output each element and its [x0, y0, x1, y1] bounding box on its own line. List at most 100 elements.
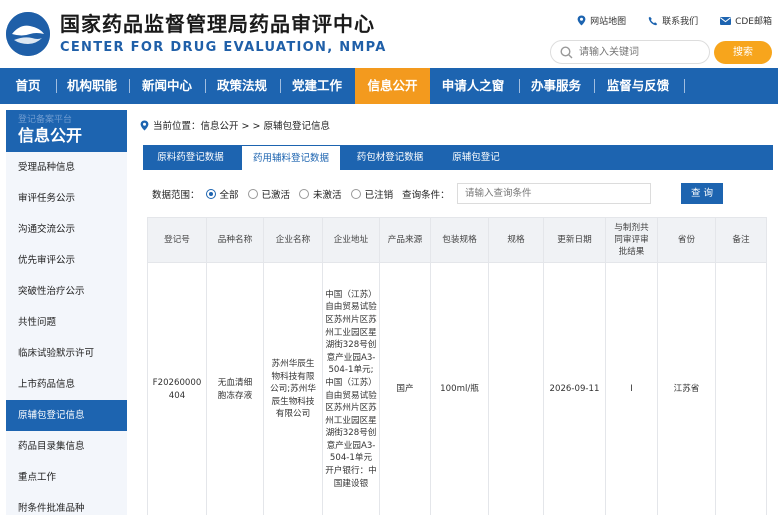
site-search-input[interactable] [579, 44, 699, 61]
cell-address: 中国（江苏）自由贸易试验区苏州片区苏州工业园区星湖街328号创意产业园A3-50… [322, 262, 380, 515]
mail-link[interactable]: CDE邮箱 [720, 14, 772, 27]
site-search-button[interactable]: 搜索 [714, 41, 772, 64]
radio-activated[interactable]: 已激活 [247, 187, 291, 201]
cell-package: 100ml/瓶 [430, 262, 489, 515]
radio-inactive[interactable]: 未激活 [299, 187, 342, 201]
nav-applicant[interactable]: 申请人之窗 [437, 68, 509, 104]
col-remark: 备注 [715, 217, 767, 263]
col-address: 企业地址 [322, 217, 380, 263]
sidebar-item-catalog[interactable]: 药品目录集信息 [6, 431, 127, 462]
cell-spec [488, 262, 544, 515]
scope-label: 数据范围： [152, 190, 200, 201]
col-review-result: 与制剂共同审评审批结果 [605, 217, 658, 263]
radio-cancelled[interactable]: 已注销 [350, 187, 394, 201]
sidebar-item-conditional[interactable]: 附条件批准品种 [6, 493, 127, 515]
location-pin-icon [140, 120, 149, 130]
sidebar-item-common-issues[interactable]: 共性问题 [6, 307, 127, 338]
table-row[interactable]: F20260000404 无血清细胞冻存液 苏州华辰生物科技有限公司;苏州华辰生… [147, 262, 767, 515]
contact-link[interactable]: 联系我们 [648, 14, 698, 27]
site-title-en: CENTER FOR DRUG EVALUATION, NMPA [60, 40, 387, 55]
nav-divider [129, 79, 130, 93]
page: 国家药品监督管理局药品审评中心 CENTER FOR DRUG EVALUATI… [0, 0, 778, 515]
mail-icon [720, 16, 732, 25]
site-header: 国家药品监督管理局药品审评中心 CENTER FOR DRUG EVALUATI… [0, 0, 778, 68]
tab-api[interactable]: 原料药登记数据 [143, 145, 238, 170]
nav-divider [56, 79, 57, 93]
sidebar-item-accepted[interactable]: 受理品种信息 [6, 152, 127, 183]
col-name: 品种名称 [206, 217, 264, 263]
cell-source: 国产 [379, 262, 431, 515]
col-reg-no: 登记号 [147, 217, 207, 263]
site-logo[interactable] [6, 12, 50, 56]
radio-dot [247, 189, 258, 199]
cell-name: 无血清细胞冻存液 [206, 262, 264, 515]
mail-label: CDE邮箱 [735, 17, 772, 27]
query-button[interactable]: 查 询 [681, 183, 723, 204]
sidebar-item-key-work[interactable]: 重点工作 [6, 462, 127, 493]
col-update-date: 更新日期 [543, 217, 606, 263]
nav-party[interactable]: 党建工作 [288, 68, 346, 104]
search-icon [560, 46, 573, 59]
col-package: 包装规格 [430, 217, 489, 263]
sidebar-item-clinical-trial[interactable]: 临床试验默示许可 [6, 338, 127, 369]
tab-packaging[interactable]: 药包材登记数据 [343, 145, 437, 170]
site-title-cn: 国家药品监督管理局药品审评中心 [60, 12, 375, 36]
sidebar-item-communication[interactable]: 沟通交流公示 [6, 214, 127, 245]
sidebar-item-review-tasks[interactable]: 审评任务公示 [6, 183, 127, 214]
nav-services[interactable]: 办事服务 [527, 68, 585, 104]
col-source: 产品来源 [379, 217, 431, 263]
cell-update-date: 2026-09-11 [543, 262, 606, 515]
sidebar-item-marketed-drugs[interactable]: 上市药品信息 [6, 369, 127, 400]
tab-excipient[interactable]: 药用辅料登记数据 [241, 145, 341, 170]
radio-all-label: 全部 [219, 190, 239, 201]
table-header-row: 登记号 品种名称 企业名称 企业地址 产品来源 包装规格 规格 更新日期 与制剂… [147, 217, 767, 263]
nav-divider [205, 79, 206, 93]
contact-label: 联系我们 [662, 17, 699, 27]
nav-news[interactable]: 新闻中心 [138, 68, 196, 104]
filter-bar: 数据范围： 全部 已激活 未激活 已注销 查询条件： [152, 183, 450, 205]
nav-divider [594, 79, 595, 93]
nav-divider [519, 79, 520, 93]
radio-activated-label: 已激活 [261, 190, 291, 201]
sitemap-label: 网站地图 [590, 17, 627, 27]
map-pin-icon [577, 15, 586, 26]
sidebar: 登记备案平台 信息公开 受理品种信息 审评任务公示 沟通交流公示 优先审评公示 … [6, 110, 127, 515]
col-province: 省份 [657, 217, 716, 263]
sidebar-header: 登记备案平台 信息公开 [6, 110, 127, 152]
nav-divider [280, 79, 281, 93]
site-search-box [550, 40, 710, 64]
nav-home[interactable]: 首页 [8, 68, 48, 104]
nav-org[interactable]: 机构职能 [64, 68, 120, 104]
radio-all[interactable]: 全部 [205, 187, 239, 201]
sidebar-title: 信息公开 [18, 126, 83, 145]
cell-province: 江苏省 [657, 262, 716, 515]
radio-inactive-label: 未激活 [313, 190, 342, 201]
col-company: 企业名称 [263, 217, 323, 263]
main-nav: 首页 机构职能 新闻中心 政策法规 党建工作 信息公开 申请人之窗 办事服务 监… [0, 68, 778, 104]
sidebar-list: 受理品种信息 审评任务公示 沟通交流公示 优先审评公示 突破性治疗公示 共性问题… [6, 152, 127, 515]
top-links: 网站地图 联系我们 CDE邮箱 [577, 14, 772, 27]
cell-review-result: I [605, 262, 658, 515]
nav-divider [684, 79, 685, 93]
radio-dot [205, 189, 216, 199]
col-spec: 规格 [488, 217, 544, 263]
breadcrumb: 当前位置：信息公开 > > 原辅包登记信息 [140, 118, 330, 132]
logo-emblem-icon [6, 12, 50, 56]
breadcrumb-text: 当前位置：信息公开 > > 原辅包登记信息 [153, 121, 330, 132]
sidebar-item-breakthrough[interactable]: 突破性治疗公示 [6, 276, 127, 307]
sidebar-item-priority[interactable]: 优先审评公示 [6, 245, 127, 276]
tab-registration[interactable]: 原辅包登记 [439, 145, 513, 170]
results-table: 登记号 品种名称 企业名称 企业地址 产品来源 包装规格 规格 更新日期 与制剂… [147, 217, 767, 515]
query-input[interactable] [457, 183, 651, 204]
nav-info-public[interactable]: 信息公开 [355, 68, 430, 104]
cell-remark [715, 262, 767, 515]
sitemap-link[interactable]: 网站地图 [577, 14, 626, 27]
radio-dot [350, 189, 361, 199]
sidebar-item-api-registration[interactable]: 原辅包登记信息 [6, 400, 127, 431]
nav-feedback[interactable]: 监督与反馈 [602, 68, 674, 104]
radio-dot [299, 189, 310, 199]
nav-policy[interactable]: 政策法规 [213, 68, 271, 104]
radio-cancelled-label: 已注销 [364, 190, 394, 201]
phone-icon [648, 16, 658, 25]
data-tabs: 原料药登记数据 药用辅料登记数据 药包材登记数据 原辅包登记 [143, 145, 773, 170]
